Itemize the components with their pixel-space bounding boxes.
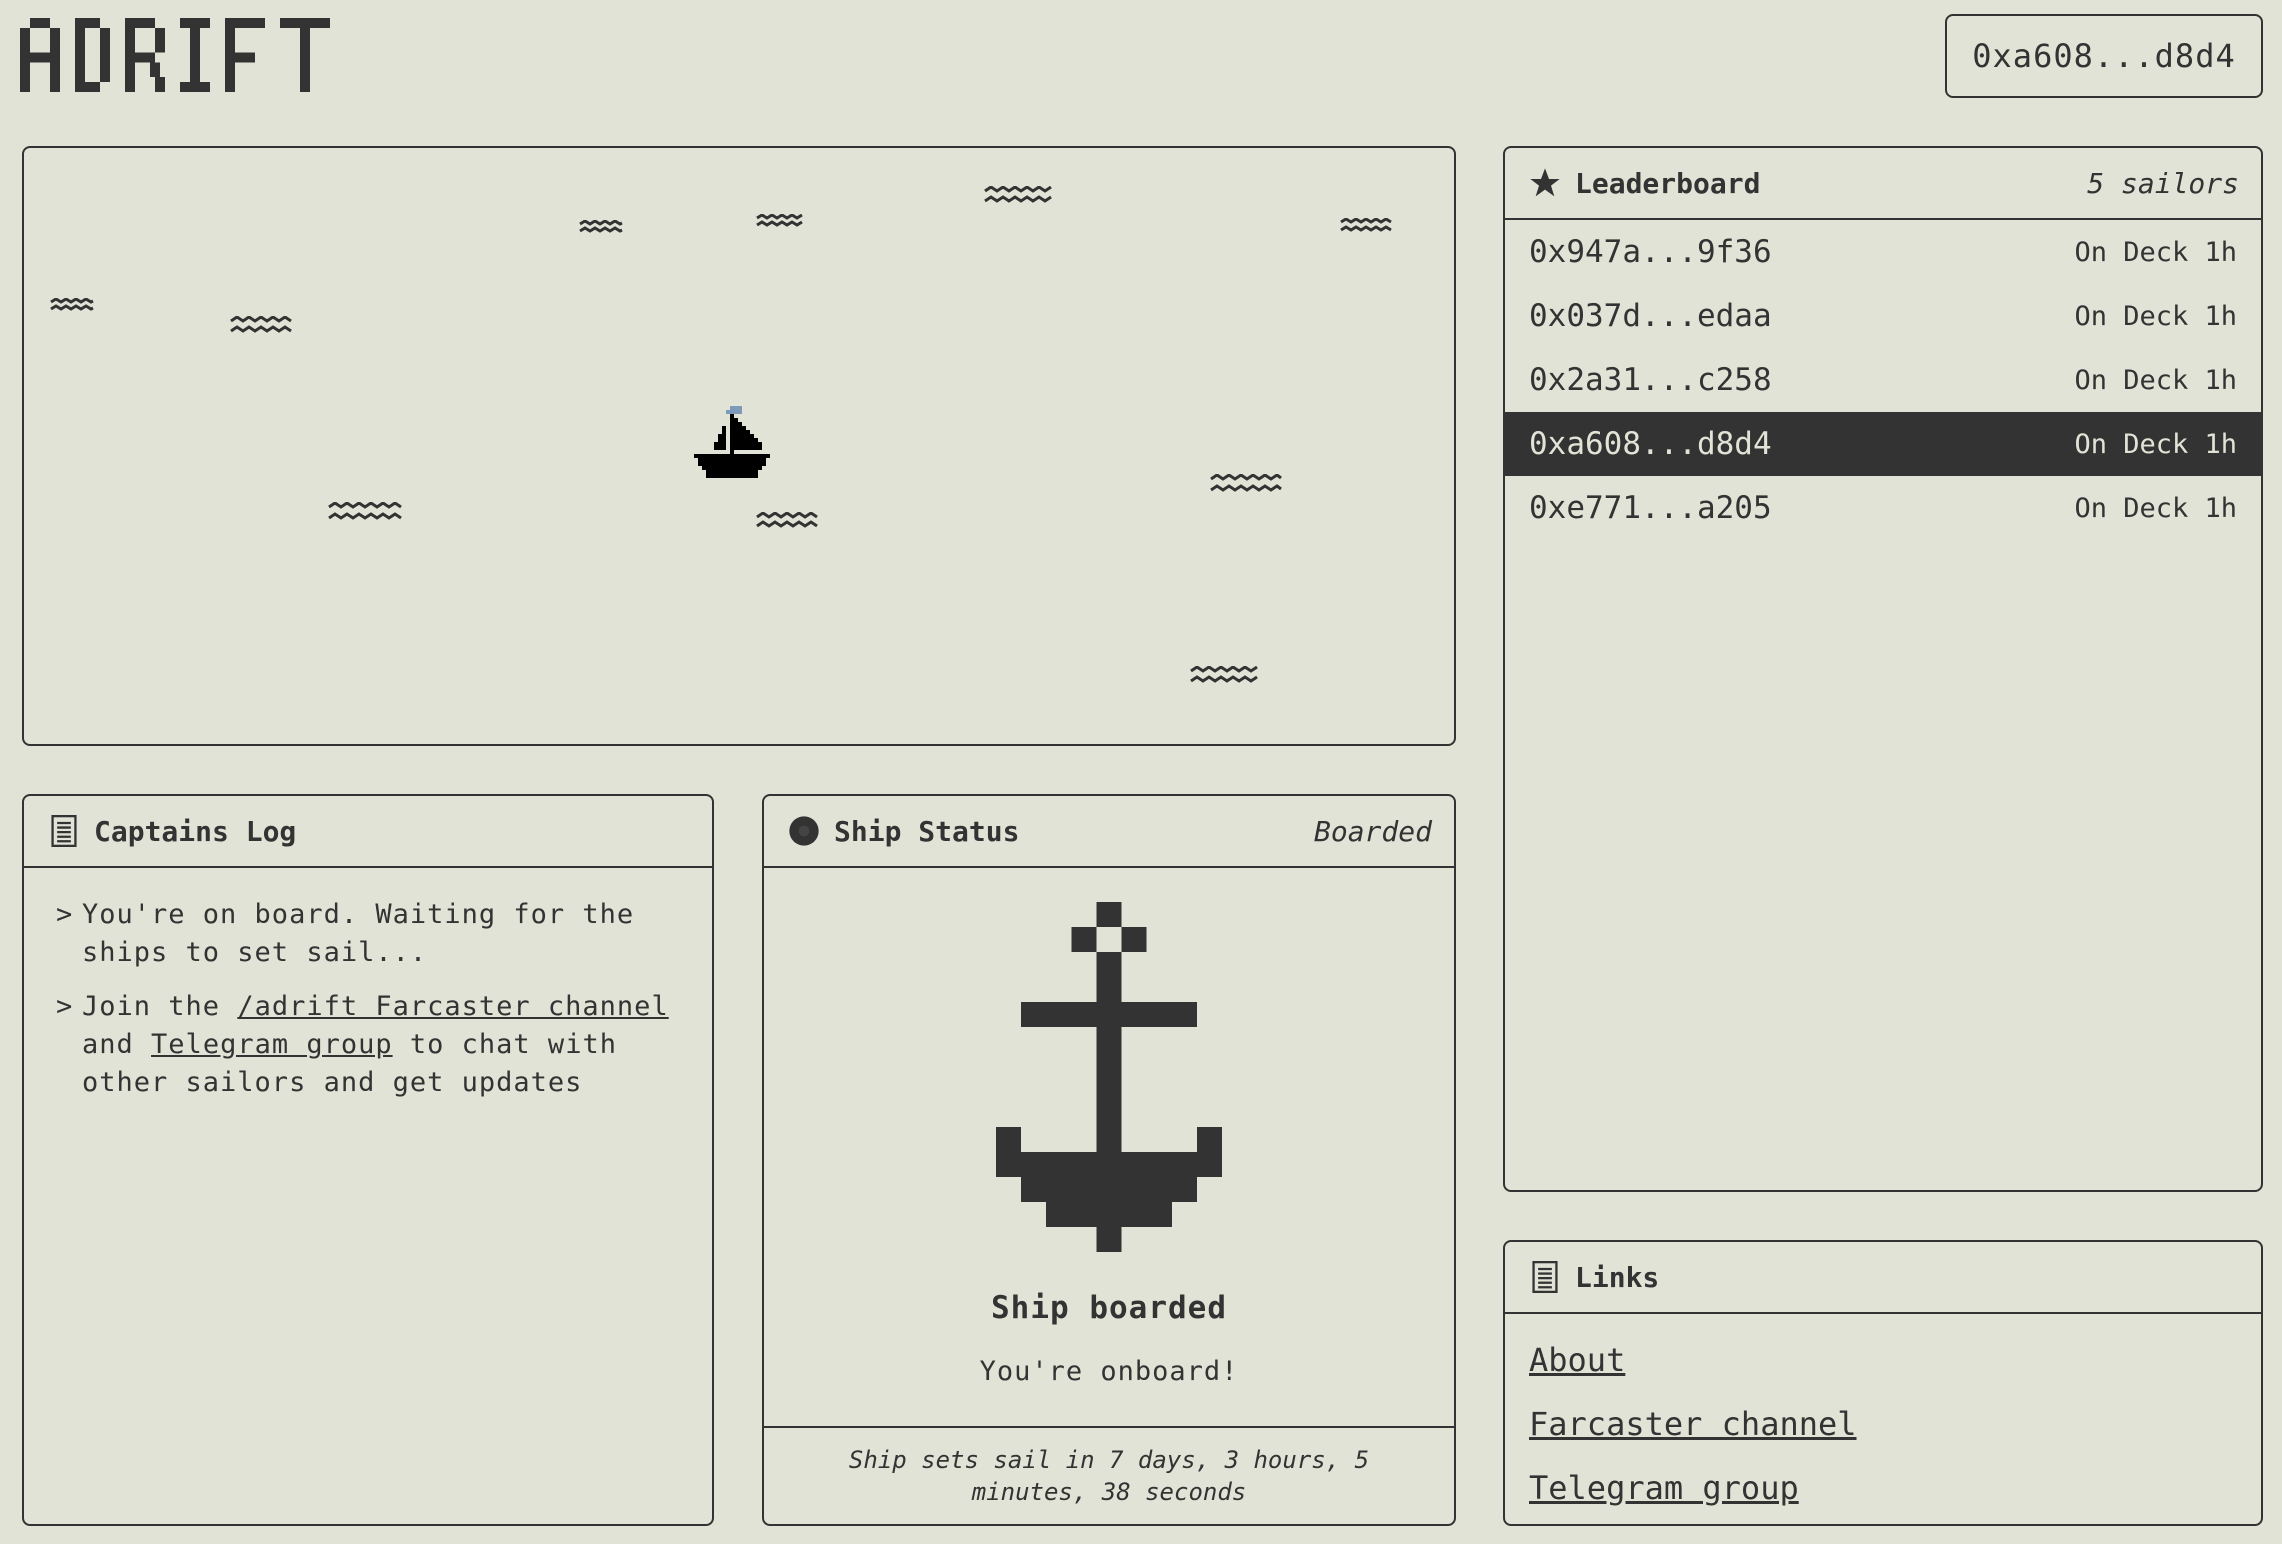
sailor-status: On Deck 1h	[2074, 300, 2237, 332]
captains-log-panel: Captains Log > You're on board. Waiting …	[22, 794, 714, 1526]
sailor-status: On Deck 1h	[2074, 364, 2237, 396]
log-caret: >	[56, 899, 74, 930]
links-title: Links	[1575, 1260, 1660, 1294]
telegram-group-link[interactable]: Telegram group	[1529, 1456, 2237, 1520]
links-header: Links	[1505, 1242, 2261, 1314]
wave-icon	[579, 220, 623, 233]
leaderboard-list: 0x947a...9f36 On Deck 1h 0x037d...edaa O…	[1505, 220, 2261, 540]
wave-icon	[1190, 666, 1258, 683]
leaderboard-row[interactable]: 0x037d...edaa On Deck 1h	[1505, 284, 2261, 348]
document-icon	[51, 815, 77, 847]
links-list: About Farcaster channel Telegram group	[1505, 1314, 2261, 1520]
sailor-address: 0xa608...d8d4	[1529, 426, 1772, 462]
wave-icon	[756, 512, 818, 528]
sailor-status: On Deck 1h	[2074, 236, 2237, 268]
log-entries: > You're on board. Waiting for the ships…	[24, 868, 712, 1102]
wave-icon	[756, 214, 803, 227]
log-caret: >	[56, 991, 74, 1022]
sailor-address: 0x2a31...c258	[1529, 362, 1772, 398]
log-entry-text: You're on board. Waiting for the ships t…	[82, 899, 635, 968]
leaderboard-header: Leaderboard 5 sailors	[1505, 148, 2261, 220]
wave-icon	[984, 186, 1052, 203]
sea-map[interactable]	[22, 146, 1456, 746]
wave-icon	[1340, 218, 1392, 232]
wave-icon	[1210, 474, 1282, 492]
sailor-status: On Deck 1h	[2074, 428, 2237, 460]
leaderboard-title: Leaderboard	[1575, 166, 1761, 200]
captains-log-header: Captains Log	[24, 796, 712, 868]
anchor-icon	[996, 902, 1222, 1252]
leaderboard-row-current[interactable]: 0xa608...d8d4 On Deck 1h	[1505, 412, 2261, 476]
leaderboard-row[interactable]: 0x2a31...c258 On Deck 1h	[1505, 348, 2261, 412]
wave-icon	[50, 298, 94, 311]
log-entry: > You're on board. Waiting for the ships…	[56, 896, 688, 972]
document-icon	[1532, 1261, 1558, 1293]
circle-icon	[789, 816, 819, 846]
leaderboard-row[interactable]: 0x947a...9f36 On Deck 1h	[1505, 220, 2261, 284]
ship-status-header: Ship Status Boarded	[764, 796, 1454, 868]
sail-countdown: Ship sets sail in 7 days, 3 hours, 5 min…	[764, 1426, 1454, 1524]
star-icon	[1530, 168, 1560, 197]
ship-status-title: Ship Status	[834, 814, 1020, 848]
adrift-logo	[20, 18, 330, 92]
log-text: Join the	[82, 991, 221, 1022]
ship-state-label: Boarded	[1313, 814, 1432, 848]
log-text: and	[82, 1029, 134, 1060]
log-entry: > Join the /adrift Farcaster channel and…	[56, 988, 688, 1102]
leaderboard-row[interactable]: 0xe771...a205 On Deck 1h	[1505, 476, 2261, 540]
ship-status-panel: Ship Status Boarded Ship boarded You're …	[762, 794, 1456, 1526]
sailor-status: On Deck 1h	[2074, 492, 2237, 524]
sailor-address: 0x947a...9f36	[1529, 234, 1772, 270]
log-entry-text: Join the /adrift Farcaster channel and T…	[82, 988, 688, 1102]
telegram-group-link[interactable]: Telegram group	[151, 1029, 393, 1060]
sailboat-icon[interactable]	[690, 406, 774, 490]
status-subtext: You're onboard!	[979, 1356, 1239, 1387]
wave-icon	[230, 316, 292, 333]
sailor-address: 0xe771...a205	[1529, 490, 1772, 526]
farcaster-channel-link[interactable]: Farcaster channel	[1529, 1392, 2237, 1456]
sailor-address: 0x037d...edaa	[1529, 298, 1772, 334]
farcaster-channel-link[interactable]: /adrift Farcaster channel	[237, 991, 668, 1022]
about-link[interactable]: About	[1529, 1328, 2237, 1392]
links-panel: Links About Farcaster channel Telegram g…	[1503, 1240, 2263, 1526]
wave-icon	[328, 502, 402, 520]
sailor-count: 5 sailors	[2087, 166, 2239, 200]
leaderboard-panel: Leaderboard 5 sailors 0x947a...9f36 On D…	[1503, 146, 2263, 1192]
wallet-address-button[interactable]: 0xa608...d8d4	[1945, 14, 2263, 98]
status-heading: Ship boarded	[991, 1290, 1227, 1326]
captains-log-title: Captains Log	[94, 814, 297, 848]
